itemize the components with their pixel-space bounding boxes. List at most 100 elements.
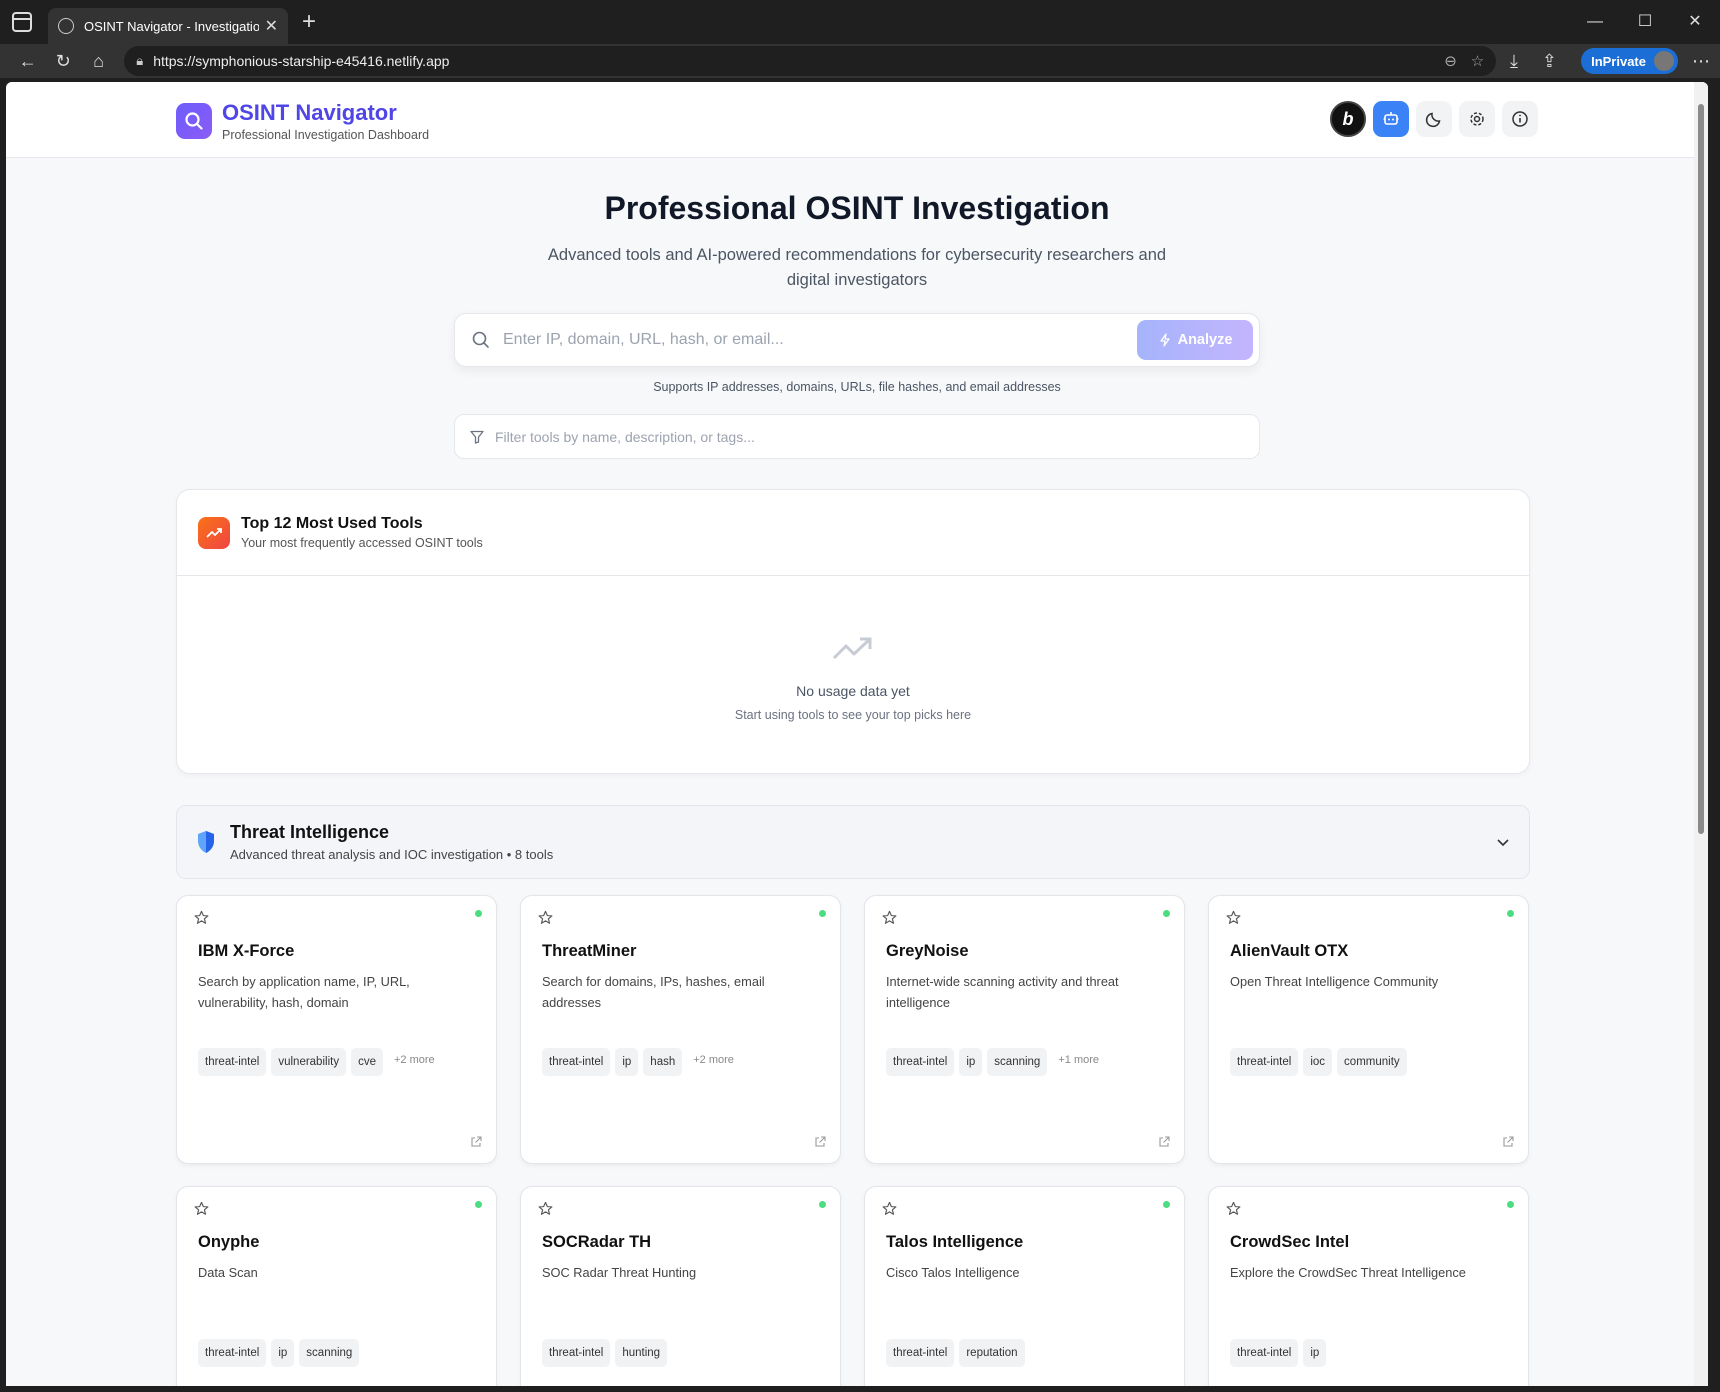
maximize-icon[interactable]: ☐ (1620, 0, 1670, 44)
category-title: Threat Intelligence (230, 822, 390, 842)
inprivate-badge[interactable]: InPrivate (1581, 48, 1678, 74)
tool-card[interactable]: Talos Intelligence Cisco Talos Intellige… (864, 1186, 1185, 1386)
tool-description: Search for domains, IPs, hashes, email a… (542, 974, 765, 1010)
tag: ioc (1303, 1048, 1333, 1076)
more-options-icon[interactable]: ⋯ (1692, 51, 1710, 72)
inprivate-label: InPrivate (1591, 53, 1646, 69)
window-controls: — ☐ ✕ (1570, 0, 1720, 44)
tool-card[interactable]: AlienVault OTX Open Threat Intelligence … (1208, 895, 1529, 1164)
tool-name: Onyphe (198, 1233, 260, 1251)
tag: threat-intel (1230, 1048, 1299, 1076)
tag: reputation (959, 1339, 1025, 1367)
tool-card[interactable]: IBM X-Force Search by application name, … (176, 895, 497, 1164)
home-icon[interactable]: ⌂ (81, 51, 116, 72)
tool-tags: threat-intel ioc community (1230, 1048, 1407, 1076)
tag: threat-intel (1230, 1339, 1299, 1367)
page-scrollbar[interactable] (1694, 82, 1708, 1386)
scrollbar-thumb[interactable] (1698, 104, 1704, 834)
info-icon (1512, 111, 1528, 127)
analyze-button[interactable]: Analyze (1137, 320, 1253, 360)
favorite-star-icon[interactable] (538, 910, 553, 925)
refresh-icon[interactable]: ↻ (45, 51, 80, 72)
external-link-icon[interactable] (1502, 1136, 1514, 1148)
category-subtitle: Advanced threat analysis and IOC investi… (230, 847, 554, 862)
search-logo-icon (176, 103, 212, 139)
globe-icon (58, 18, 74, 34)
favorite-star-icon[interactable]: ☆ (1471, 52, 1484, 70)
tool-tags: threat-intel ip (1230, 1339, 1327, 1367)
page-viewport: OSINT Navigator Professional Investigati… (6, 82, 1708, 1386)
browser-tab-bar: OSINT Navigator - Investigation D ✕ + — … (0, 0, 1720, 44)
bing-icon: b (1342, 108, 1354, 129)
external-link-icon[interactable] (1158, 1136, 1170, 1148)
tag: hunting (615, 1339, 668, 1367)
tool-description: Cisco Talos Intelligence (886, 1265, 1020, 1280)
favorite-star-icon[interactable] (538, 1201, 553, 1216)
minimize-icon[interactable]: — (1570, 0, 1620, 44)
tool-tags: threat-intel hunting (542, 1339, 668, 1367)
brand[interactable]: OSINT Navigator Professional Investigati… (176, 100, 429, 142)
favorite-star-icon[interactable] (194, 1201, 209, 1216)
share-icon[interactable]: ⇪ (1532, 51, 1567, 72)
tool-name: AlienVault OTX (1230, 942, 1349, 960)
top-tools-panel: Top 12 Most Used Tools Your most frequen… (176, 489, 1530, 774)
tool-description: Explore the CrowdSec Threat Intelligence (1230, 1265, 1466, 1280)
favorite-star-icon[interactable] (194, 910, 209, 925)
bing-button[interactable]: b (1330, 101, 1366, 137)
tool-name: IBM X-Force (198, 942, 295, 960)
empty-state: No usage data yet Start using tools to s… (177, 576, 1529, 722)
download-icon[interactable]: ⤓ (1496, 51, 1531, 72)
tab-title: OSINT Navigator - Investigation D (84, 18, 259, 34)
favorite-star-icon[interactable] (1226, 1201, 1241, 1216)
tag: threat-intel (886, 1048, 955, 1076)
tag: community (1337, 1048, 1407, 1076)
status-online-dot (819, 910, 826, 917)
external-link-icon[interactable] (470, 1136, 482, 1148)
tool-tags: threat-intel reputation (886, 1339, 1025, 1367)
tag: scanning (299, 1339, 360, 1367)
status-online-dot (475, 1201, 482, 1208)
profile-avatar (1654, 51, 1674, 71)
tool-description: Internet-wide scanning activity and thre… (886, 974, 1119, 1010)
tag: threat-intel (542, 1048, 611, 1076)
filter-box (454, 414, 1260, 459)
address-bar[interactable]: 🔒︎ https://symphonious-starship-e45416.n… (124, 46, 1497, 76)
external-link-icon[interactable] (814, 1136, 826, 1148)
tool-card[interactable]: Onyphe Data Scan threat-intel ip scanning (176, 1186, 497, 1386)
tool-card[interactable]: CrowdSec Intel Explore the CrowdSec Thre… (1208, 1186, 1529, 1386)
back-icon[interactable]: ← (10, 51, 45, 72)
more-tags-count: +1 more (1058, 1054, 1100, 1066)
chevron-down-icon[interactable] (1495, 834, 1511, 850)
hero-subtitle: Advanced tools and AI-powered recommenda… (547, 246, 1167, 289)
dark-mode-button[interactable] (1416, 101, 1452, 137)
tag: threat-intel (886, 1339, 955, 1367)
tool-name: GreyNoise (886, 942, 969, 960)
favorite-star-icon[interactable] (882, 910, 897, 925)
tool-card[interactable]: SOCRadar TH SOC Radar Threat Hunting thr… (520, 1186, 841, 1386)
ai-assistant-button[interactable] (1373, 101, 1409, 137)
zoom-icon[interactable]: ⊖ (1444, 52, 1457, 70)
info-button[interactable] (1502, 101, 1538, 137)
filter-icon (470, 430, 484, 444)
moon-icon (1425, 112, 1441, 128)
close-tab-icon[interactable]: ✕ (265, 16, 278, 36)
filter-input[interactable] (495, 428, 1245, 445)
tool-card[interactable]: ThreatMiner Search for domains, IPs, has… (520, 895, 841, 1164)
more-tags-count: +2 more (393, 1054, 435, 1066)
category-threat-intelligence[interactable]: Threat Intelligence Advanced threat anal… (176, 805, 1530, 879)
tool-description: Data Scan (198, 1265, 258, 1280)
tab-actions-icon[interactable] (12, 12, 32, 32)
status-online-dot (1507, 910, 1514, 917)
search-input[interactable] (503, 331, 1137, 349)
tool-tags: threat-intel ip scanning +1 more (886, 1048, 1099, 1076)
favorite-star-icon[interactable] (1226, 910, 1241, 925)
favorite-star-icon[interactable] (882, 1201, 897, 1216)
search-box: Analyze (454, 313, 1260, 367)
gear-icon (1470, 112, 1484, 126)
tool-card[interactable]: GreyNoise Internet-wide scanning activit… (864, 895, 1185, 1164)
settings-button[interactable] (1459, 101, 1495, 137)
browser-tab[interactable]: OSINT Navigator - Investigation D ✕ (48, 8, 288, 44)
hero-title: Professional OSINT Investigation (604, 190, 1110, 226)
close-window-icon[interactable]: ✕ (1670, 0, 1720, 44)
new-tab-icon[interactable]: + (302, 8, 316, 36)
